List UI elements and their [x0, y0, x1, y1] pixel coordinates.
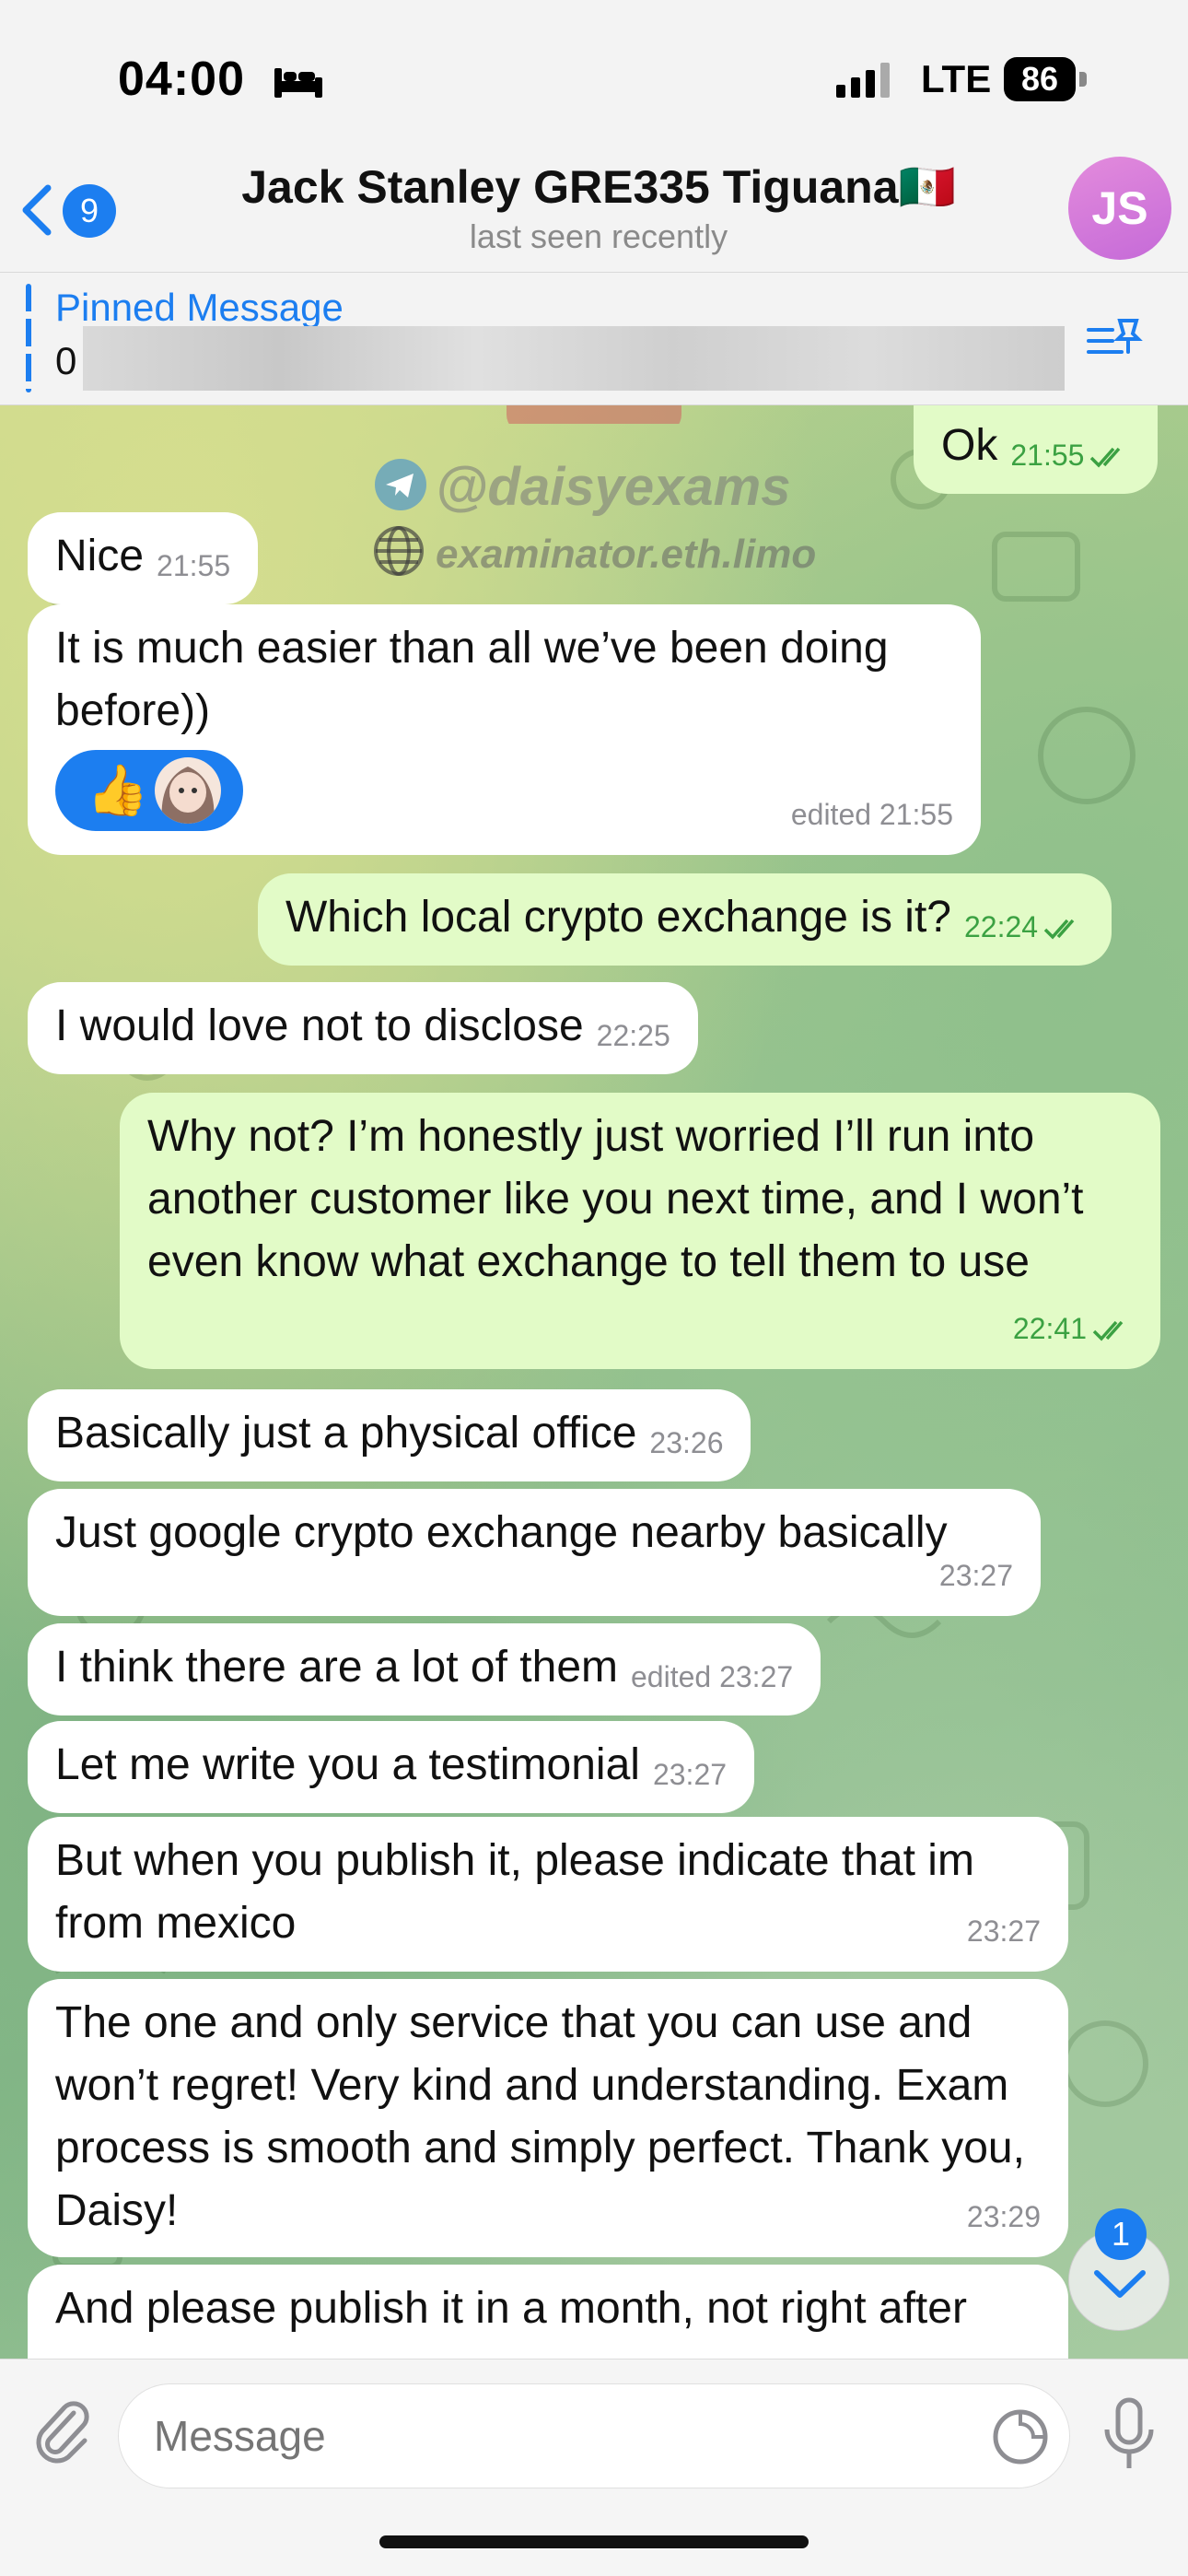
message-text: I would love not to disclose: [55, 1001, 584, 1050]
watermark-handle: @daisyexams: [373, 456, 790, 518]
battery-percent: 86: [1020, 60, 1059, 98]
globe-icon: [374, 526, 424, 576]
contact-avatar[interactable]: JS: [1068, 157, 1171, 260]
unread-badge: 1: [1095, 2208, 1147, 2260]
chat-status: last seen recently: [469, 217, 728, 255]
message-text: I think there are a lot of them: [55, 1643, 618, 1692]
paperclip-icon[interactable]: [26, 2393, 99, 2466]
message-bubble-outgoing[interactable]: Why not? I’m honestly just worried I’ll …: [120, 1093, 1160, 1369]
reactor-avatar: [155, 757, 221, 824]
back-button[interactable]: 9: [18, 173, 129, 247]
battery-cap: [1079, 72, 1087, 87]
message-bubble-incoming[interactable]: Basically just a physical office 23:26: [28, 1389, 751, 1481]
message-time: edited 21:55: [790, 798, 953, 831]
message-time: 23:29: [966, 2200, 1041, 2233]
scroll-to-bottom-button[interactable]: 1: [1068, 2208, 1170, 2331]
message-time: 23:27: [966, 1914, 1041, 1948]
message-time: 22:24: [964, 910, 1084, 943]
message-text: It is much easier than all we’ve been do…: [55, 624, 889, 735]
message-time: edited 23:27: [631, 1660, 794, 1693]
message-bubble-incoming[interactable]: Just google crypto exchange nearby basic…: [28, 1489, 1041, 1616]
message-text: Just google crypto exchange nearby basic…: [55, 1508, 948, 1557]
chat-header: 9 Jack Stanley GRE335 Tiguana🇲🇽 last see…: [0, 157, 1188, 272]
message-bubble-incoming[interactable]: I think there are a lot of them edited 23…: [28, 1623, 821, 1715]
message-text: And please publish it in a month, not ri…: [55, 2284, 967, 2333]
pinned-message-bar[interactable]: Pinned Message 0: [0, 272, 1188, 405]
microphone-icon[interactable]: [1101, 2396, 1157, 2476]
read-checkmarks-icon: [1092, 1320, 1124, 1341]
message-bubble-incoming[interactable]: I would love not to disclose 22:25: [28, 982, 698, 1074]
message-text: The one and only service that you can us…: [55, 1998, 1025, 2235]
message-bubble-incoming[interactable]: The one and only service that you can us…: [28, 1979, 1068, 2257]
pinned-text-redaction: [83, 326, 1065, 391]
network-type: LTE: [921, 57, 992, 100]
unread-chats-badge: 9: [63, 184, 116, 238]
message-bubble-incoming[interactable]: Let me write you a testimonial 23:27: [28, 1721, 755, 1813]
message-text: Why not? I’m honestly just worried I’ll …: [147, 1112, 1084, 1286]
message-text: But when you publish it, please indicate…: [55, 1836, 974, 1948]
message-text: Ok: [941, 421, 998, 470]
reaction-chip[interactable]: 👍: [55, 750, 243, 831]
message-bubble-incoming[interactable]: But when you publish it, please indicate…: [28, 1817, 1068, 1972]
message-bubble-incoming[interactable]: It is much easier than all we’ve been do…: [28, 604, 981, 855]
watermark-site: examinator.eth.limo: [373, 525, 816, 578]
battery-indicator: 86: [1004, 57, 1087, 101]
message-text: Nice: [55, 532, 145, 580]
message-bubble-incoming[interactable]: Nice 21:55: [28, 512, 259, 604]
message-time: 23:27: [652, 1758, 728, 1791]
home-indicator: [379, 2535, 809, 2548]
chat-title[interactable]: Jack Stanley GRE335 Tiguana🇲🇽: [230, 160, 967, 215]
message-time: 21:55: [1010, 439, 1130, 472]
message-text: Let me write you a testimonial: [55, 1740, 640, 1789]
read-checkmarks-icon: [1090, 447, 1121, 468]
pinned-title: Pinned Message: [55, 286, 344, 329]
sticker-icon[interactable]: [991, 2407, 1050, 2466]
pinned-indicator: [26, 284, 31, 392]
message-time: 22:25: [596, 1019, 670, 1052]
message-input[interactable]: [118, 2383, 1070, 2488]
message-time: 22:41: [1013, 1297, 1133, 1360]
pin-list-icon[interactable]: [1085, 315, 1144, 361]
chevron-left-icon: [22, 184, 52, 236]
status-bar: 04:00 LTE 86: [0, 0, 1188, 157]
cellular-signal-icon: [836, 63, 890, 98]
message-time: 21:55: [157, 549, 231, 582]
telegram-icon: [375, 459, 426, 510]
message-text: Which local crypto exchange is it?: [285, 893, 951, 942]
thumbs-up-reaction: 👍: [87, 763, 149, 818]
message-text: Basically just a physical office: [55, 1409, 637, 1458]
sleep-focus-icon: [274, 68, 322, 98]
status-time: 04:00: [118, 53, 245, 106]
message-time: 23:27: [938, 1559, 1013, 1592]
pinned-text: 0: [55, 339, 77, 382]
read-checkmarks-icon: [1043, 919, 1075, 940]
message-bubble-outgoing[interactable]: Which local crypto exchange is it? 22:24: [258, 873, 1112, 966]
message-bubble-outgoing[interactable]: Ok 21:55: [914, 405, 1159, 494]
message-time: 23:26: [649, 1426, 724, 1459]
